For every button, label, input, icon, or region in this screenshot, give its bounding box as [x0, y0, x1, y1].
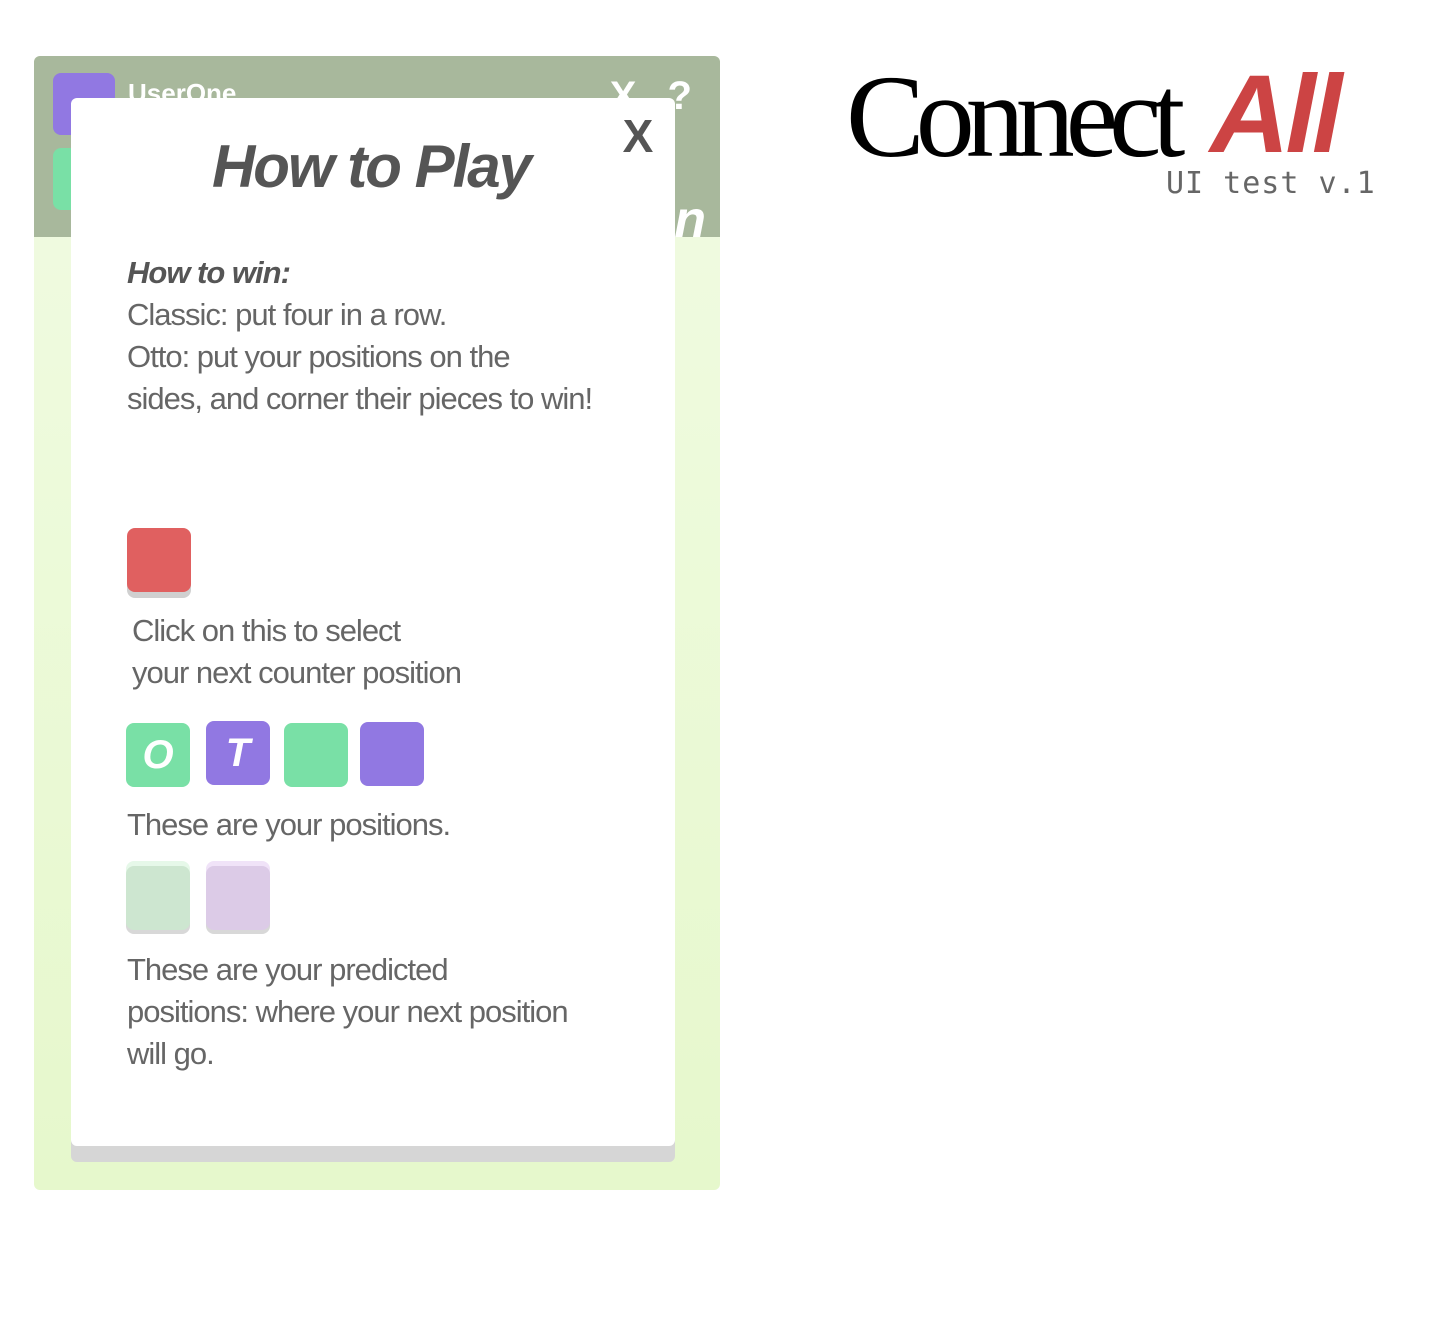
logo-subtitle: UI test v.1 — [1166, 166, 1376, 201]
win-classic-text: Classic: put four in a row. — [127, 297, 447, 332]
modal-title: How to Play — [211, 133, 532, 200]
select-text-1: Click on this to select — [132, 613, 401, 648]
predicted-text-2: positions: where your next position — [127, 994, 569, 1029]
close-button[interactable]: X — [617, 110, 659, 162]
win-heading: How to win: — [127, 255, 291, 290]
position-tile-o: O — [126, 723, 190, 787]
logo-all-text: All — [1210, 53, 1343, 176]
win-instructions: How to win: Classic: put four in a row. … — [127, 252, 647, 420]
win-otto-text-1: Otto: put your positions on the — [127, 339, 511, 374]
select-text-2: your next counter position — [132, 655, 462, 690]
win-otto-text-2: sides, and corner their pieces to win! — [127, 381, 593, 416]
predicted-tile-purple — [206, 866, 270, 930]
header-status-text: n — [674, 191, 706, 249]
select-position-tile[interactable] — [127, 528, 191, 592]
select-instructions: Click on this to select your next counte… — [132, 610, 652, 694]
connect-all-logo: Connect All UI test v.1 — [846, 52, 1376, 212]
predicted-tile-green — [126, 866, 190, 930]
position-tile-t: T — [206, 721, 270, 785]
predicted-text-3: will go. — [127, 1036, 215, 1071]
predicted-caption: These are your predicted positions: wher… — [127, 949, 647, 1075]
how-to-play-modal: How to Play X How to win: Classic: put f… — [71, 98, 675, 1146]
positions-caption: These are your positions. — [127, 807, 451, 842]
position-tile-green — [284, 723, 348, 787]
predicted-text-1: These are your predicted — [127, 952, 449, 987]
position-tile-purple — [360, 722, 424, 786]
logo-connect-text: Connect — [846, 51, 1185, 182]
